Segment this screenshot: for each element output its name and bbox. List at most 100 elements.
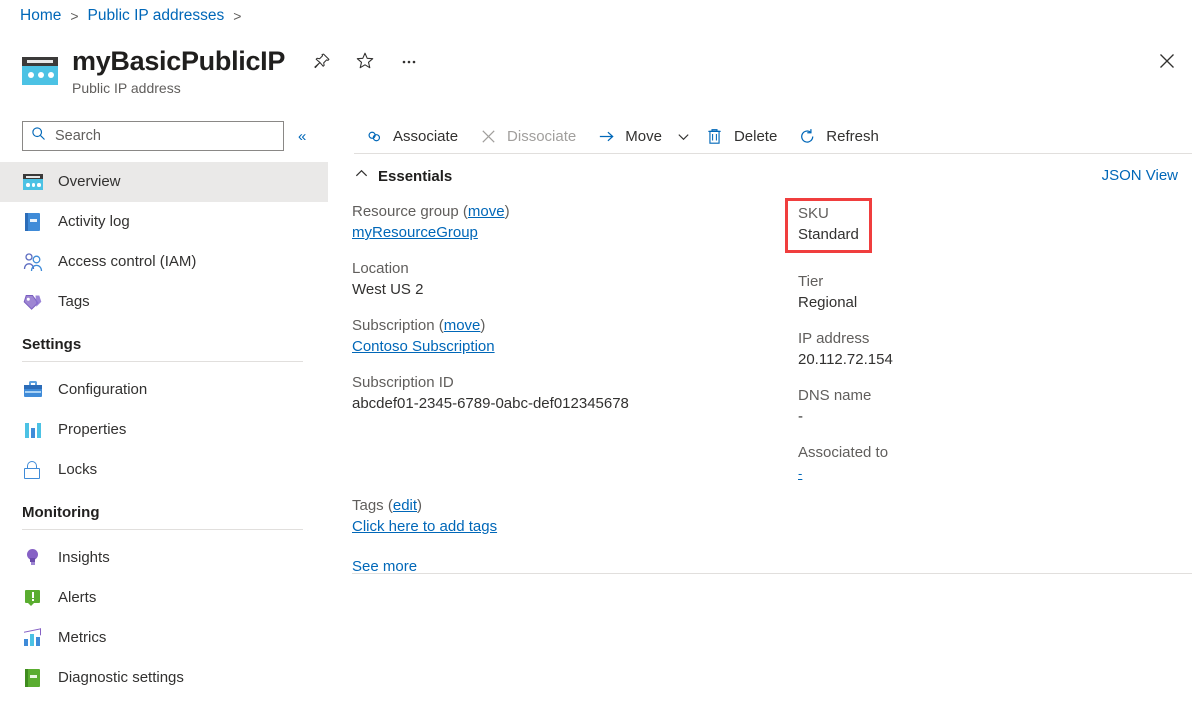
essentials-grid: Resource group (move) myResourceGroup Lo… bbox=[352, 198, 1192, 500]
field-subscription: Subscription (move) Contoso Subscription bbox=[352, 316, 798, 358]
sidebar-item-insights[interactable]: Insights bbox=[0, 538, 328, 578]
field-label: Resource group (move) bbox=[352, 203, 510, 220]
field-value: Contoso Subscription bbox=[352, 336, 798, 358]
sidebar-search-row: « bbox=[22, 121, 306, 151]
trash-icon bbox=[705, 126, 725, 146]
sidebar-item-label: Overview bbox=[58, 173, 121, 190]
subscription-link[interactable]: Contoso Subscription bbox=[352, 338, 495, 355]
arrow-right-icon bbox=[596, 126, 616, 146]
associated-to-link[interactable]: - bbox=[798, 466, 802, 481]
field-associated-to: Associated to - bbox=[798, 443, 1188, 485]
move-resource-group-link[interactable]: move bbox=[468, 203, 505, 220]
favorite-star-icon[interactable] bbox=[351, 47, 379, 75]
sidebar-item-label: Tags bbox=[58, 293, 90, 310]
sidebar-item-label: Diagnostic settings bbox=[58, 669, 184, 686]
field-sku: SKU Standard bbox=[785, 198, 1188, 257]
chevron-double-left-icon[interactable]: « bbox=[298, 129, 306, 144]
tags-block: Tags (edit) Click here to add tags bbox=[352, 496, 497, 538]
tags-value: Click here to add tags bbox=[352, 516, 497, 538]
sidebar-item-metrics[interactable]: Metrics bbox=[0, 618, 328, 658]
field-label: Associated to bbox=[798, 444, 889, 461]
refresh-label: Refresh bbox=[826, 127, 879, 145]
field-value: myResourceGroup bbox=[352, 222, 798, 244]
field-label: Subscription (move) bbox=[352, 317, 486, 334]
edit-tags-link[interactable]: edit bbox=[393, 497, 417, 514]
search-field[interactable] bbox=[53, 127, 275, 145]
essentials-bottom-divider bbox=[352, 573, 1192, 574]
field-label: Subscription ID bbox=[352, 374, 454, 391]
locks-icon bbox=[22, 460, 44, 480]
sidebar-item-locks[interactable]: Locks bbox=[0, 450, 328, 490]
sidebar-item-access-control[interactable]: Access control (IAM) bbox=[0, 242, 328, 282]
alerts-icon bbox=[22, 588, 44, 608]
field-tier: Tier Regional bbox=[798, 272, 1188, 314]
metrics-icon bbox=[22, 628, 44, 648]
breadcrumb-item-public-ip-addresses[interactable]: Public IP addresses bbox=[88, 7, 225, 25]
field-label: Location bbox=[352, 260, 409, 277]
delete-button[interactable]: Delete bbox=[695, 119, 787, 153]
sidebar-section-title: Monitoring bbox=[22, 504, 100, 521]
move-button[interactable]: Move bbox=[586, 119, 695, 153]
field-value: - bbox=[798, 463, 1188, 485]
sidebar-section-settings: Settings bbox=[0, 336, 328, 362]
field-label: IP address bbox=[798, 330, 870, 347]
essentials-header[interactable]: Essentials bbox=[354, 166, 452, 186]
essentials-left-column: Resource group (move) myResourceGroup Lo… bbox=[352, 202, 798, 500]
resource-group-link[interactable]: myResourceGroup bbox=[352, 224, 478, 241]
sidebar-item-activity-log[interactable]: Activity log bbox=[0, 202, 328, 242]
close-icon[interactable] bbox=[1152, 46, 1182, 76]
search-icon bbox=[31, 126, 46, 146]
search-input[interactable] bbox=[22, 121, 284, 151]
sidebar-section-title: Settings bbox=[22, 336, 82, 353]
breadcrumb-separator-2: > bbox=[233, 8, 242, 24]
refresh-button[interactable]: Refresh bbox=[787, 119, 889, 153]
sidebar-item-configuration[interactable]: Configuration bbox=[0, 370, 328, 410]
move-label: Move bbox=[625, 127, 662, 145]
move-button-inner[interactable]: Move bbox=[586, 119, 695, 153]
sidebar-item-label: Access control (IAM) bbox=[58, 253, 197, 270]
refresh-icon bbox=[797, 126, 817, 146]
field-subscription-id: Subscription ID abcdef01-2345-6789-0abc-… bbox=[352, 373, 798, 415]
sidebar-item-label: Properties bbox=[58, 421, 127, 438]
sidebar-item-diagnostic-settings[interactable]: Diagnostic settings bbox=[0, 658, 328, 698]
tags-icon bbox=[22, 292, 44, 312]
sidebar-item-label: Activity log bbox=[58, 213, 130, 230]
sidebar-nav-list: Overview Activity log Access control (IA… bbox=[0, 162, 340, 698]
configuration-icon bbox=[22, 380, 44, 400]
field-value: Regional bbox=[798, 294, 858, 311]
access-control-icon bbox=[22, 252, 44, 272]
tags-label: Tags (edit) bbox=[352, 497, 423, 514]
sidebar-item-properties[interactable]: Properties bbox=[0, 410, 328, 450]
more-ellipsis-icon[interactable] bbox=[395, 47, 423, 75]
field-value: 20.112.72.154 bbox=[798, 351, 893, 368]
delete-label: Delete bbox=[733, 127, 778, 145]
sku-highlight-box: SKU Standard bbox=[785, 198, 872, 253]
breadcrumb: Home > Public IP addresses > bbox=[20, 7, 241, 25]
associate-label: Associate bbox=[393, 127, 459, 145]
field-label: DNS name bbox=[798, 387, 872, 404]
field-resource-group: Resource group (move) myResourceGroup bbox=[352, 202, 798, 244]
json-view-link[interactable]: JSON View bbox=[1102, 167, 1178, 184]
dissociate-label: Dissociate bbox=[507, 127, 577, 145]
associate-button[interactable]: Associate bbox=[354, 119, 468, 153]
breadcrumb-item-home[interactable]: Home bbox=[20, 7, 61, 25]
sidebar: « Overview Activity log bbox=[0, 110, 340, 707]
sidebar-item-alerts[interactable]: Alerts bbox=[0, 578, 328, 618]
sidebar-item-label: Insights bbox=[58, 549, 110, 566]
sidebar-item-tags[interactable]: Tags bbox=[0, 282, 328, 322]
essentials-label: Essentials bbox=[378, 167, 453, 185]
link-icon bbox=[364, 126, 384, 146]
insights-icon bbox=[22, 548, 44, 568]
page-header: myBasicPublicIP Public IP address bbox=[20, 44, 423, 96]
chevron-up-icon bbox=[354, 166, 369, 186]
field-value: - bbox=[798, 408, 803, 425]
sidebar-item-label: Metrics bbox=[58, 629, 107, 646]
move-subscription-link[interactable]: move bbox=[444, 317, 481, 334]
sidebar-item-overview[interactable]: Overview bbox=[0, 162, 328, 202]
field-label: SKU bbox=[798, 205, 829, 222]
chevron-down-icon[interactable] bbox=[676, 129, 691, 144]
pin-icon[interactable] bbox=[307, 47, 335, 75]
main-content: Associate Dissociate Move Delete Refresh… bbox=[340, 110, 1200, 707]
close-x-icon bbox=[478, 126, 498, 146]
add-tags-link[interactable]: Click here to add tags bbox=[352, 518, 497, 535]
